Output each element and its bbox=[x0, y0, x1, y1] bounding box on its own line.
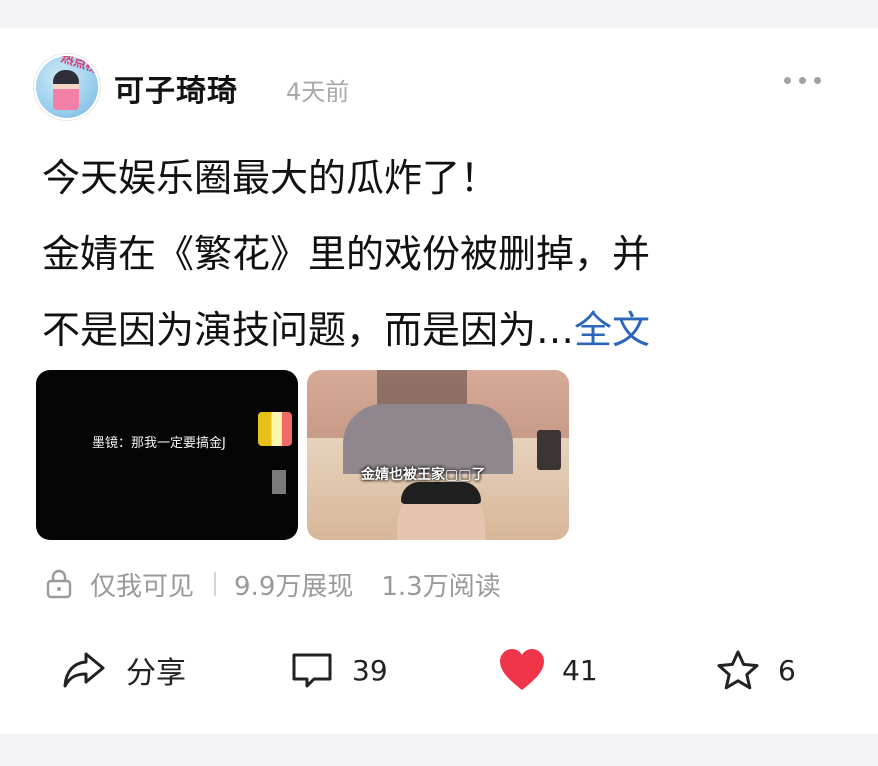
content-line-3: 不是因为演技问题，而是因为…全文 bbox=[42, 292, 842, 368]
avatar-figure bbox=[53, 70, 79, 110]
share-label: 分享 bbox=[126, 656, 186, 691]
impressions-count: 9.9万展现 bbox=[234, 571, 354, 602]
favorite-button[interactable]: 6 bbox=[716, 640, 796, 700]
reads-count: 1.3万阅读 bbox=[381, 571, 501, 602]
like-count: 41 bbox=[562, 653, 598, 687]
share-icon bbox=[63, 652, 105, 688]
full-text-link[interactable]: 全文 bbox=[574, 308, 650, 352]
star-icon bbox=[717, 650, 759, 690]
share-button[interactable]: 分享 bbox=[62, 640, 186, 700]
image-1-caption: 墨镜：那我一定要搞金J bbox=[92, 436, 226, 451]
avatar[interactable]: 热点榜 bbox=[36, 56, 98, 118]
post-image-2[interactable]: 金婧也被王家▢▢了 bbox=[307, 370, 569, 540]
divider bbox=[214, 572, 217, 596]
comment-count: 39 bbox=[352, 653, 388, 687]
mosaic-blur bbox=[258, 412, 292, 446]
favorite-count: 6 bbox=[778, 653, 796, 687]
post-image-1[interactable]: 墨镜：那我一定要搞金J bbox=[36, 370, 298, 540]
like-button[interactable]: 41 bbox=[498, 640, 598, 700]
post-time: 4天前 bbox=[286, 78, 350, 106]
post-content[interactable]: 今天娱乐圈最大的瓜炸了！ 金婧在《繁花》里的戏份被删掉，并 不是因为演技问题，而… bbox=[42, 140, 842, 368]
comment-icon bbox=[292, 653, 332, 688]
image-2-caption: 金婧也被王家▢▢了 bbox=[361, 467, 486, 483]
content-line-3-text: 不是因为演技问题，而是因为… bbox=[42, 308, 575, 352]
lock-icon bbox=[46, 569, 72, 599]
mosaic-blur bbox=[272, 470, 286, 494]
heart-icon bbox=[500, 649, 544, 690]
visibility-status[interactable]: 仅我可见 bbox=[90, 566, 194, 603]
comment-button[interactable]: 39 bbox=[290, 640, 388, 700]
post-meta: 仅我可见 9.9万展现 1.3万阅读 bbox=[46, 566, 501, 602]
mosaic-blur bbox=[537, 430, 561, 470]
content-line-1: 今天娱乐圈最大的瓜炸了！ bbox=[42, 156, 499, 200]
content-line-2: 金婧在《繁花》里的戏份被删掉，并 bbox=[42, 232, 651, 276]
image-figure bbox=[401, 482, 481, 504]
more-options-icon[interactable] bbox=[784, 70, 826, 90]
username[interactable]: 可子琦琦 bbox=[114, 66, 238, 110]
action-bar: 分享 39 41 6 bbox=[0, 640, 878, 700]
post-card: 热点榜 可子琦琦 4天前 今天娱乐圈最大的瓜炸了！ 金婧在《繁花》里的戏份被删掉… bbox=[0, 28, 878, 734]
